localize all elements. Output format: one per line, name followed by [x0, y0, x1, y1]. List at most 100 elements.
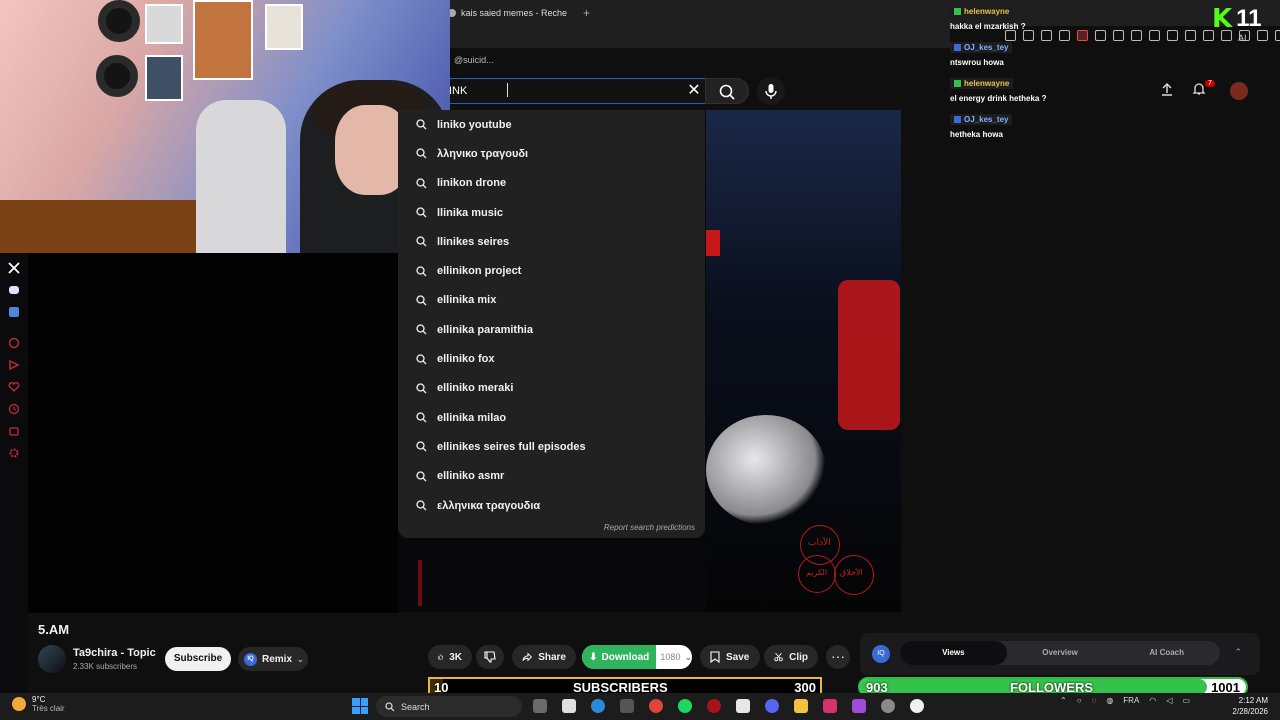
folder-icon[interactable] — [794, 699, 808, 713]
grid-app-icon[interactable] — [736, 699, 750, 713]
extension-icon[interactable] — [1185, 30, 1196, 41]
heart-icon[interactable] — [8, 381, 20, 393]
remix-label: Remix — [262, 653, 293, 665]
clock-icon[interactable] — [8, 403, 20, 415]
quality-select[interactable]: 1080 ⌄ — [656, 645, 692, 669]
chevron-up-icon[interactable]: ⌃ — [1234, 647, 1242, 658]
edge-icon[interactable] — [591, 699, 605, 713]
address-bar[interactable] — [440, 26, 950, 48]
suggestion-item[interactable]: elliniko fox — [398, 344, 705, 373]
download-action[interactable]: ⬇ Download — [582, 645, 657, 669]
tray-icon[interactable]: ○ — [1077, 696, 1082, 705]
tray-icon[interactable]: ◍ — [1106, 696, 1113, 705]
instagram-icon[interactable] — [823, 699, 837, 713]
like-button[interactable]: 3K — [428, 645, 472, 669]
chat-username-text: helenwayne — [964, 7, 1010, 16]
shopping-icon[interactable] — [8, 425, 20, 437]
new-tab-button[interactable]: + — [583, 6, 590, 20]
chat-username-text: helenwayne — [964, 79, 1010, 88]
circle-icon[interactable] — [8, 337, 20, 349]
suggestion-item[interactable]: linikon drone — [398, 169, 705, 198]
settings-icon[interactable] — [620, 699, 634, 713]
app-icon[interactable] — [8, 306, 20, 318]
tray-icon[interactable]: ◌ — [1092, 696, 1097, 705]
bell-icon[interactable] — [1192, 82, 1206, 96]
account-avatar[interactable] — [1230, 82, 1248, 100]
windows-start-icon[interactable] — [352, 698, 368, 714]
suggestion-item[interactable]: ellinikon project — [398, 256, 705, 285]
tab-views[interactable]: Views — [900, 641, 1007, 665]
browser-tab[interactable]: kais saied memes - Reche — [440, 8, 575, 18]
search-icon — [719, 84, 735, 100]
suggestion-item[interactable]: ellinika milao — [398, 403, 705, 432]
chat-username[interactable]: helenwayne — [950, 78, 1014, 89]
volume-icon[interactable]: ◁ — [1166, 696, 1172, 705]
language-indicator[interactable]: FRA — [1123, 696, 1139, 705]
ai-button[interactable]: AI — [1238, 33, 1247, 43]
taskview-icon[interactable] — [533, 699, 547, 713]
dislike-button[interactable] — [476, 645, 504, 669]
gear-icon[interactable] — [8, 447, 20, 459]
suggestion-item[interactable]: llinika music — [398, 198, 705, 227]
suggestion-item[interactable]: λληνικο τραγουδι — [398, 139, 705, 168]
chevron-up-icon[interactable]: ⌃ — [1060, 696, 1067, 705]
suggestion-item[interactable]: ellinika mix — [398, 286, 705, 315]
suggestion-item[interactable]: ελληνικα τραγουδια — [398, 491, 705, 520]
remix-button[interactable]: IQ Remix ⌄ — [238, 647, 308, 671]
wall-poster — [145, 55, 183, 101]
app-icon[interactable] — [707, 699, 721, 713]
seal-text: الأخلاق — [840, 568, 863, 577]
suggestion-item[interactable]: liniko youtube — [398, 110, 705, 139]
report-predictions-link[interactable]: Report search predictions — [604, 523, 695, 532]
extension-icon[interactable] — [1167, 30, 1178, 41]
obs-icon[interactable] — [910, 699, 924, 713]
chat-username-text: OJ_kes_tey — [964, 43, 1009, 52]
download-icon[interactable] — [1149, 30, 1160, 41]
clear-search-button[interactable]: ✕ — [687, 82, 701, 100]
analytics-panel: IQ Views Overview AI Coach ⌃ — [860, 633, 1260, 675]
subscribe-button[interactable]: Subscribe — [165, 647, 231, 671]
suggestion-item[interactable]: llinikes seires — [398, 227, 705, 256]
suggestion-item[interactable]: elliniko asmr — [398, 462, 705, 491]
system-clock[interactable]: 2:12 AM 2/28/2026 — [1222, 695, 1268, 717]
play-icon[interactable] — [8, 359, 20, 371]
chat-username[interactable]: OJ_kes_tey — [950, 42, 1013, 53]
tab-ai-coach[interactable]: AI Coach — [1113, 641, 1220, 665]
battery-icon[interactable]: ▭ — [1182, 696, 1190, 705]
suggestion-text: ελληνικα τραγουδια — [437, 499, 541, 512]
chat-username[interactable]: OJ_kes_tey — [950, 114, 1013, 125]
taskbar-search[interactable]: Search — [376, 696, 522, 717]
discord-icon[interactable] — [765, 699, 779, 713]
search-icon — [416, 471, 427, 482]
bookmark-icon — [710, 651, 720, 663]
suggestion-item[interactable]: ellinika paramithia — [398, 315, 705, 344]
app-icon[interactable] — [852, 699, 866, 713]
chat-username-text: OJ_kes_tey — [964, 115, 1009, 124]
extension-icon[interactable] — [1275, 30, 1280, 41]
wifi-icon[interactable]: ◠ — [1149, 696, 1156, 705]
save-button[interactable]: Save — [700, 645, 760, 669]
share-button[interactable]: Share — [512, 645, 576, 669]
text-cursor — [507, 83, 508, 97]
suggestion-item[interactable]: elliniko meraki — [398, 374, 705, 403]
channel-name[interactable]: Ta9chira - Topic — [73, 647, 156, 659]
clip-button[interactable]: Clip — [764, 645, 818, 669]
suggestion-item[interactable]: ellinikes seires full episodes — [398, 432, 705, 461]
voice-search-button[interactable] — [757, 77, 785, 105]
opera-icon[interactable] — [649, 699, 663, 713]
bookmark-item[interactable]: @suicid... — [454, 55, 494, 65]
app-icon[interactable] — [881, 699, 895, 713]
chat-username[interactable]: helenwayne — [950, 6, 1014, 17]
channel-avatar[interactable] — [38, 645, 66, 673]
tab-overview[interactable]: Overview — [1007, 641, 1114, 665]
search-button[interactable] — [705, 78, 749, 104]
file-icon[interactable] — [562, 699, 576, 713]
microphone-icon — [765, 84, 777, 99]
download-button[interactable]: ⬇ Download 1080 ⌄ — [582, 645, 692, 669]
weather-widget[interactable]: 9°C Très clair — [12, 695, 65, 713]
discord-icon[interactable] — [8, 284, 20, 296]
x-logo-icon[interactable] — [8, 262, 20, 274]
more-actions-button[interactable]: ··· — [826, 645, 850, 669]
upload-icon[interactable] — [1160, 82, 1174, 96]
spotify-icon[interactable] — [678, 699, 692, 713]
